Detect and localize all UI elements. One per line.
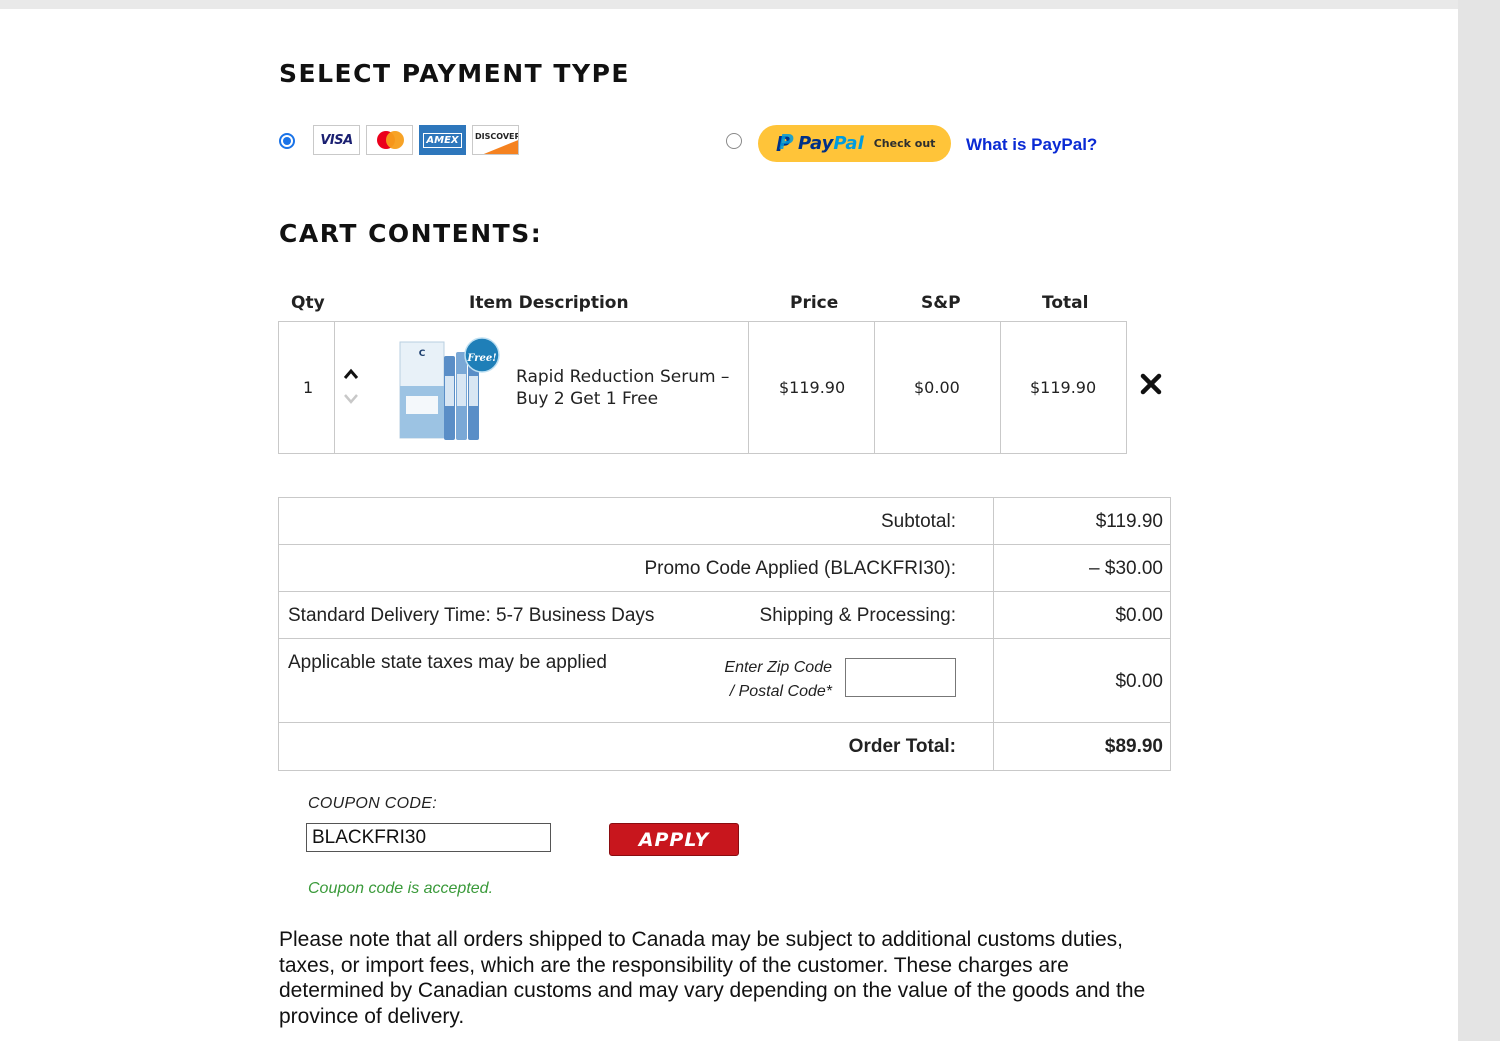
cart-section-title: CART CONTENTS: (279, 219, 543, 248)
apply-coupon-button[interactable]: APPLY (609, 823, 739, 856)
scrollbar-gutter[interactable] (1458, 0, 1500, 1041)
column-header-description: Item Description (469, 293, 629, 313)
paypal-payment-radio[interactable] (726, 133, 742, 149)
product-image: C Free! (399, 337, 500, 440)
paypal-checkout-label: Check out (873, 137, 936, 150)
coupon-code-input[interactable] (306, 823, 551, 852)
shipping-value: $0.00 (1115, 605, 1163, 626)
discover-card-icon: DISCOVER (472, 125, 519, 155)
paypal-logo-icon: PP (776, 129, 794, 156)
discover-label: DISCOVER (475, 132, 519, 141)
item-name-line1: Rapid Reduction Serum – (516, 367, 730, 387)
paypal-wordmark: PayPal (798, 133, 864, 154)
canada-customs-notice: Please note that all orders shipped to C… (279, 928, 1146, 1028)
column-header-price: Price (790, 293, 839, 313)
top-bar (0, 0, 1458, 9)
zip-label-line1: Enter Zip Code (724, 659, 832, 676)
tax-note: Applicable state taxes may be applied (288, 652, 607, 673)
promo-label: Promo Code Applied (BLACKFRI30): (644, 558, 956, 579)
mastercard-icon (366, 125, 413, 155)
remove-item-icon[interactable] (1139, 372, 1163, 396)
subtotal-value: $119.90 (1095, 511, 1163, 532)
amex-card-icon: AMEX (419, 125, 466, 155)
tax-value: $0.00 (1115, 671, 1163, 692)
order-total-label: Order Total: (848, 736, 956, 757)
svg-text:C: C (419, 349, 426, 359)
item-total: $119.90 (1030, 378, 1097, 397)
item-name-line2: Buy 2 Get 1 Free (516, 389, 659, 409)
delivery-time-note: Standard Delivery Time: 5-7 Business Day… (288, 605, 655, 626)
zip-code-input[interactable] (845, 658, 956, 697)
shipping-label: Shipping & Processing: (759, 605, 956, 626)
visa-card-icon: VISA (313, 125, 360, 155)
card-payment-radio[interactable] (279, 133, 295, 149)
order-summary-table (278, 497, 1171, 771)
item-sp: $0.00 (914, 378, 960, 397)
column-header-qty: Qty (291, 293, 325, 313)
column-header-sp: S&P (921, 293, 961, 313)
paypal-checkout-button[interactable]: PP PayPal Check out (758, 125, 951, 162)
amex-label: AMEX (423, 132, 462, 148)
coupon-code-label: COUPON CODE: (308, 795, 437, 812)
subtotal-label: Subtotal: (881, 511, 956, 532)
item-price: $119.90 (779, 378, 846, 397)
column-header-total: Total (1042, 293, 1089, 313)
visa-label: VISA (320, 132, 353, 148)
coupon-status-message: Coupon code is accepted. (308, 880, 494, 897)
zip-label-line2: / Postal Code* (729, 683, 832, 700)
promo-value: – $30.00 (1089, 558, 1163, 579)
qty-increase-icon[interactable] (343, 366, 359, 382)
qty-decrease-icon[interactable] (343, 391, 359, 407)
product-free-badge: Free! (466, 353, 496, 364)
what-is-paypal-link[interactable]: What is PayPal? (966, 135, 1097, 155)
payment-section-title: SELECT PAYMENT TYPE (279, 59, 630, 88)
item-qty: 1 (303, 378, 314, 397)
order-total-value: $89.90 (1104, 736, 1163, 757)
